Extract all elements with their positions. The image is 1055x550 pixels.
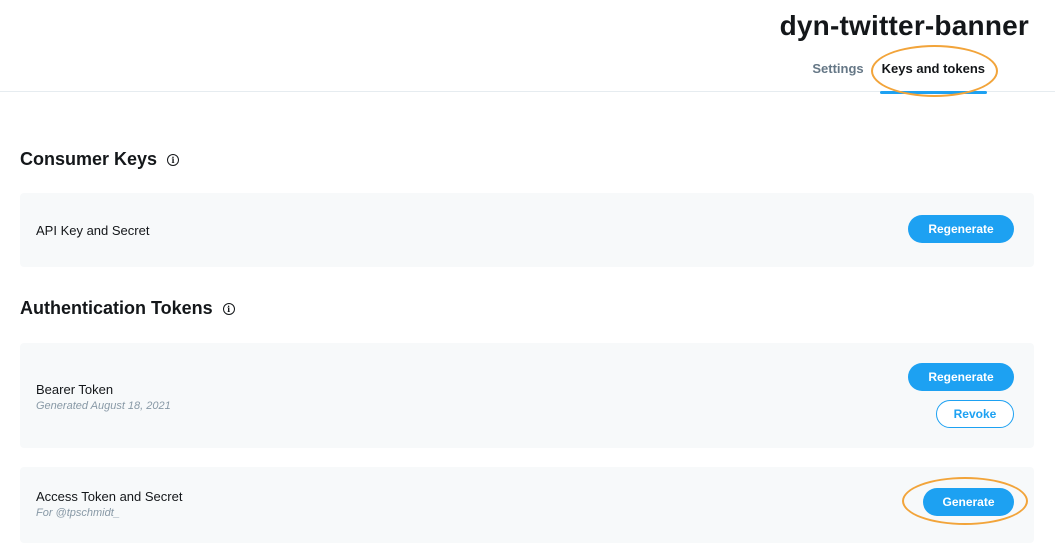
- info-icon[interactable]: i: [167, 153, 180, 166]
- tab-bar: Settings Keys and tokens: [810, 61, 988, 94]
- regenerate-api-key-button[interactable]: Regenerate: [908, 215, 1014, 243]
- generate-access-token-button[interactable]: Generate: [923, 488, 1014, 516]
- access-token-for-user: For @tpschmidt_: [36, 507, 120, 519]
- tab-settings[interactable]: Settings: [810, 61, 865, 90]
- keys-and-tokens-panel: Consumer Keys i API Key and Secret Regen…: [0, 92, 1055, 550]
- app-title: dyn-twitter-banner: [779, 10, 1029, 41]
- regenerate-bearer-token-button[interactable]: Regenerate: [908, 363, 1014, 391]
- auth-tokens-heading: Authentication Tokens i: [20, 298, 235, 319]
- auth-tokens-title: Authentication Tokens: [20, 298, 213, 318]
- tab-keys-and-tokens[interactable]: Keys and tokens: [879, 61, 988, 94]
- consumer-keys-heading: Consumer Keys i: [20, 149, 180, 170]
- bearer-token-card: Bearer Token Generated August 18, 2021 R…: [20, 343, 1034, 448]
- consumer-keys-title: Consumer Keys: [20, 149, 158, 169]
- access-token-card: Access Token and Secret For @tpschmidt_ …: [20, 467, 1034, 543]
- revoke-bearer-token-button[interactable]: Revoke: [936, 400, 1014, 428]
- app-header: dyn-twitter-banner Settings Keys and tok…: [0, 0, 1055, 94]
- api-key-label: API Key and Secret: [36, 223, 150, 238]
- bearer-token-label: Bearer Token: [36, 382, 114, 397]
- access-token-label: Access Token and Secret: [36, 489, 183, 504]
- api-key-card: API Key and Secret Regenerate: [20, 193, 1034, 267]
- bearer-token-generated-date: Generated August 18, 2021: [36, 400, 171, 412]
- info-icon[interactable]: i: [222, 302, 235, 315]
